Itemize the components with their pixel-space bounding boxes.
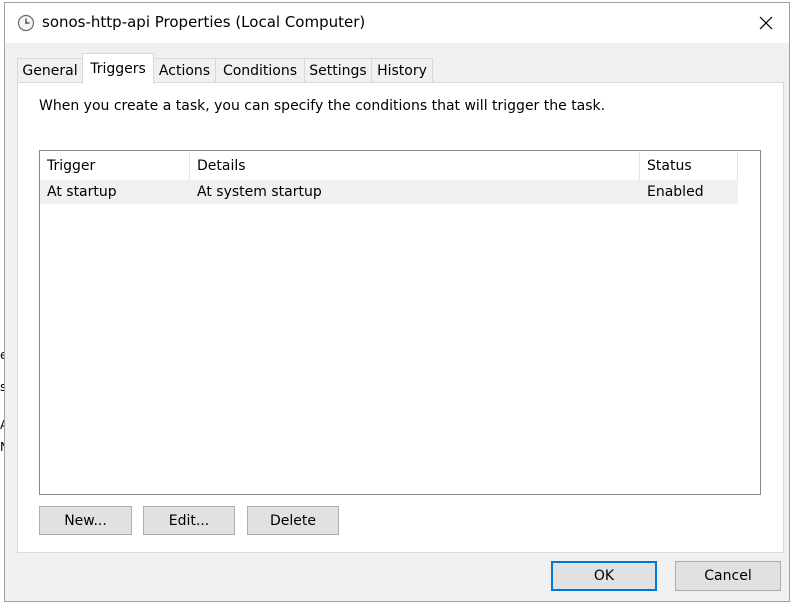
cancel-button[interactable]: Cancel bbox=[675, 561, 781, 591]
ok-button[interactable]: OK bbox=[551, 561, 657, 591]
title-bar[interactable]: sonos-http-api Properties (Local Compute… bbox=[5, 3, 789, 43]
edit-trigger-button[interactable]: Edit... bbox=[143, 506, 235, 535]
delete-trigger-button[interactable]: Delete bbox=[247, 506, 339, 535]
tab-general[interactable]: General bbox=[17, 58, 83, 83]
cell-status: Enabled bbox=[647, 184, 704, 200]
close-icon bbox=[759, 16, 773, 30]
table-row[interactable]: At startup At system startup Enabled bbox=[40, 180, 738, 204]
column-header-details[interactable]: Details bbox=[190, 151, 640, 180]
tab-conditions[interactable]: Conditions bbox=[215, 58, 305, 83]
tab-actions[interactable]: Actions bbox=[153, 58, 216, 83]
tab-triggers[interactable]: Triggers bbox=[82, 53, 154, 84]
triggers-description: When you create a task, you can specify … bbox=[39, 98, 606, 114]
column-header-trigger[interactable]: Trigger bbox=[40, 151, 190, 180]
close-button[interactable] bbox=[743, 3, 789, 43]
new-trigger-button[interactable]: New... bbox=[39, 506, 132, 535]
clock-icon bbox=[17, 14, 35, 32]
triggers-panel: When you create a task, you can specify … bbox=[17, 82, 784, 553]
triggers-list[interactable]: Trigger Details Status At startup At sys… bbox=[39, 150, 761, 495]
tab-settings[interactable]: Settings bbox=[304, 58, 372, 83]
cell-trigger: At startup bbox=[47, 184, 117, 200]
list-header: Trigger Details Status bbox=[40, 151, 738, 180]
properties-dialog: sonos-http-api Properties (Local Compute… bbox=[4, 2, 790, 602]
window-title: sonos-http-api Properties (Local Compute… bbox=[42, 13, 366, 31]
tab-history[interactable]: History bbox=[371, 58, 433, 83]
cell-details: At system startup bbox=[197, 184, 322, 200]
column-header-status[interactable]: Status bbox=[640, 151, 738, 180]
